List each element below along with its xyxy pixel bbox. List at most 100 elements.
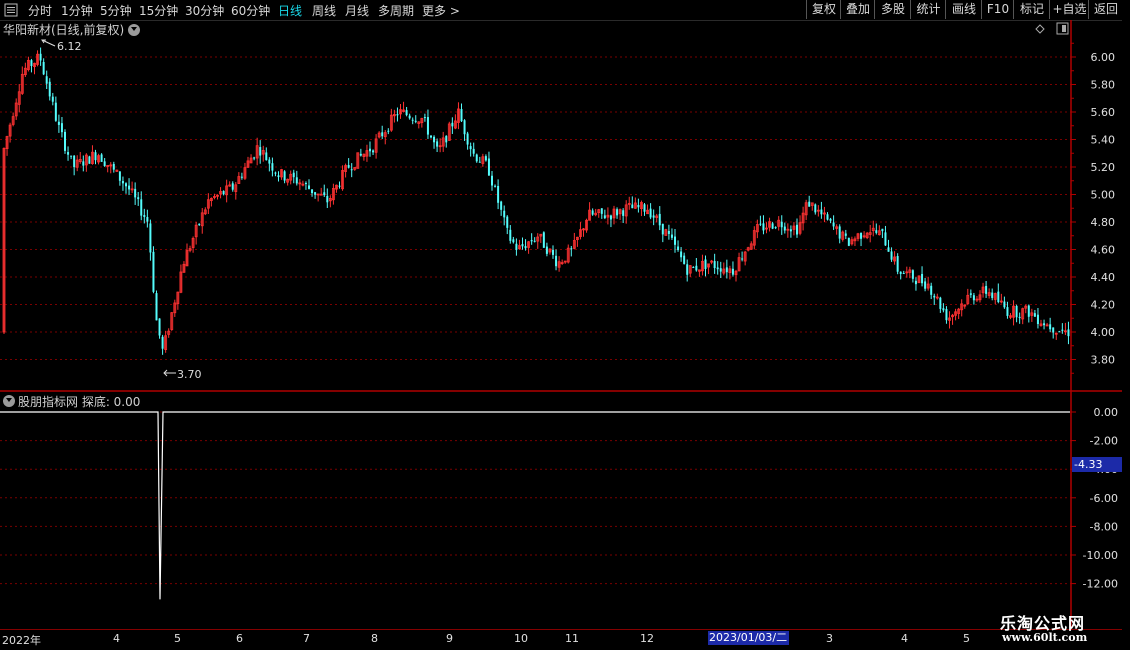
candle <box>164 330 168 353</box>
candle <box>426 109 429 139</box>
candle <box>308 179 310 190</box>
candle <box>796 218 798 238</box>
candle <box>405 106 408 117</box>
candle <box>255 137 259 166</box>
candle <box>484 154 487 162</box>
price-tick-label: 4.40 <box>1091 271 1116 284</box>
candle <box>5 135 9 156</box>
candle <box>109 162 113 174</box>
candle <box>512 236 515 244</box>
candle <box>231 181 234 192</box>
candle <box>420 117 424 128</box>
candle <box>606 207 610 225</box>
candle <box>39 47 42 66</box>
diamond-icon[interactable] <box>1035 24 1045 34</box>
candle <box>933 293 936 305</box>
candle <box>942 303 945 313</box>
candle <box>658 206 661 231</box>
candle <box>1009 313 1012 320</box>
candle <box>246 156 250 169</box>
candle <box>14 98 18 120</box>
candle <box>838 224 841 244</box>
candle <box>557 256 561 272</box>
candle <box>112 161 115 173</box>
candle <box>94 149 97 165</box>
candle <box>64 129 66 154</box>
candle <box>921 266 924 287</box>
candle <box>344 163 348 178</box>
candle <box>655 213 659 223</box>
candle <box>570 245 573 257</box>
candle <box>447 121 451 141</box>
x-label-2022: 2022年 <box>2 634 41 647</box>
candle <box>780 215 783 235</box>
candle <box>350 163 353 178</box>
candle <box>433 135 436 149</box>
candle <box>887 239 890 252</box>
indicator-tick-label: -10.00 <box>1083 549 1118 562</box>
price-tick-label: 5.80 <box>1091 79 1116 92</box>
candle <box>774 226 777 230</box>
candle <box>33 62 36 75</box>
indicator-menu-icon[interactable] <box>3 395 15 407</box>
candle <box>835 224 839 235</box>
candle <box>45 70 48 90</box>
candle <box>704 255 707 277</box>
candle <box>716 261 719 275</box>
candle <box>765 222 768 234</box>
candle <box>26 56 30 72</box>
price-tick-label: 5.20 <box>1091 161 1116 174</box>
candle <box>451 117 454 134</box>
candle <box>152 246 155 294</box>
candle <box>902 270 905 275</box>
candle <box>383 130 387 145</box>
candle <box>460 103 463 122</box>
price-tick-label: 4.80 <box>1091 216 1116 229</box>
indicator-tick-label: -2.00 <box>1090 435 1118 448</box>
candle <box>786 223 790 238</box>
candle <box>1067 321 1070 345</box>
candle <box>1012 300 1015 326</box>
candle <box>701 254 704 276</box>
candle <box>1003 296 1006 309</box>
candle <box>185 243 189 267</box>
candle <box>487 151 490 176</box>
indicator-axis: 0.00-2.00-4.00-6.00-8.00-10.00-12.00 <box>1071 406 1118 591</box>
candle <box>60 116 63 138</box>
candle <box>128 178 131 196</box>
candle <box>341 165 344 191</box>
candle <box>725 259 728 279</box>
candle <box>633 197 637 209</box>
kline-chart[interactable]: 6.00 5.80 5.60 5.40 5.20 5.00 4.80 4.60 4.40 4.20… <box>0 0 1130 630</box>
candle <box>509 225 512 244</box>
candle <box>173 299 177 317</box>
candle <box>810 202 814 211</box>
candle <box>335 184 338 193</box>
candle <box>1049 317 1052 333</box>
candle <box>463 119 466 141</box>
candle <box>292 169 295 184</box>
candle <box>978 290 982 303</box>
candle <box>914 277 917 291</box>
candle <box>1039 319 1043 327</box>
x-label-may: 5 <box>174 632 181 645</box>
candle <box>1052 327 1055 339</box>
candle <box>752 226 756 250</box>
chevron-down-icon[interactable] <box>128 24 140 36</box>
candle <box>743 250 747 266</box>
candle <box>609 214 612 228</box>
candle <box>17 84 21 113</box>
candle <box>1045 322 1049 327</box>
candle <box>545 242 548 257</box>
candle <box>865 231 869 240</box>
candle <box>566 244 570 264</box>
candle <box>917 275 921 284</box>
x-label-sep: 9 <box>446 632 453 645</box>
candle <box>954 308 957 321</box>
candle <box>304 181 307 190</box>
price-axis: 6.00 5.80 5.60 5.40 5.20 5.00 4.80 4.60 4.40 4.20… <box>1071 42 1116 374</box>
candle <box>100 153 103 162</box>
candle <box>328 195 332 208</box>
candle <box>466 131 469 150</box>
candle <box>268 157 271 172</box>
